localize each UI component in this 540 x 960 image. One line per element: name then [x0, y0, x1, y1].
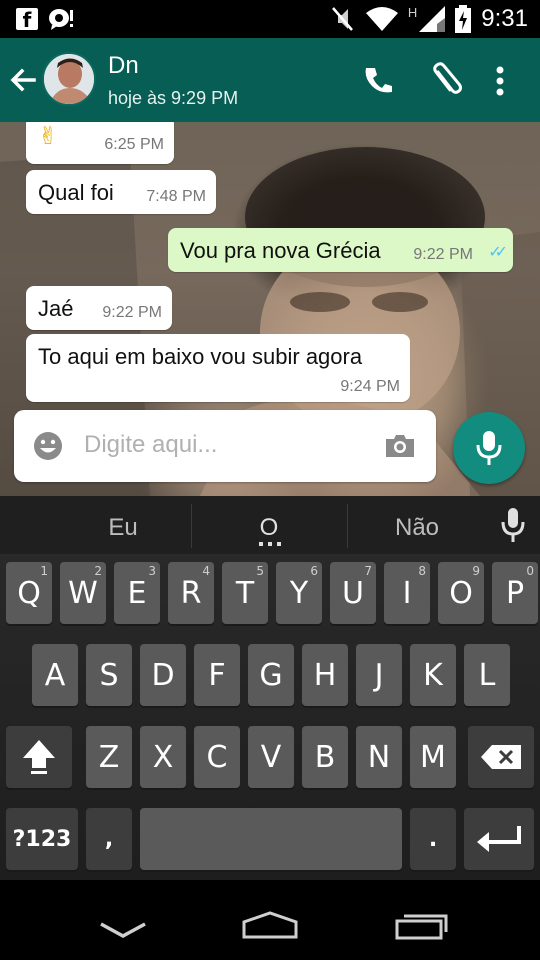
- suggestion-divider: [191, 504, 192, 548]
- soft-keyboard: Eu O Não Q1 W2 E3 R4 T5 Y6 U7 I8 O9 P0 A…: [0, 496, 540, 880]
- suggestion-2[interactable]: O: [219, 514, 319, 542]
- emoji-icon[interactable]: [32, 430, 64, 462]
- facebook-notification-icon: f: [16, 8, 38, 32]
- mute-icon: [331, 7, 353, 31]
- symbols-key[interactable]: ?123: [6, 808, 78, 870]
- key-x[interactable]: X: [140, 726, 186, 788]
- messenger-notification-icon: [49, 9, 73, 30]
- key-l[interactable]: L: [464, 644, 510, 706]
- read-receipt-icon: ✓✓: [488, 244, 508, 261]
- key-i[interactable]: I8: [384, 562, 430, 624]
- key-e[interactable]: E3: [114, 562, 160, 624]
- message-text: Vou pra nova Grécia: [180, 238, 381, 263]
- key-t[interactable]: T5: [222, 562, 268, 624]
- key-k[interactable]: K: [410, 644, 456, 706]
- camera-icon[interactable]: [384, 431, 416, 461]
- back-arrow-icon[interactable]: [8, 62, 38, 98]
- message-text: Jaé: [38, 296, 74, 321]
- space-bar[interactable]: [140, 808, 402, 870]
- incoming-message[interactable]: Qual foi 7:48 PM: [26, 170, 216, 214]
- outgoing-message[interactable]: Vou pra nova Grécia 9:22 PM ✓✓: [168, 228, 513, 272]
- shift-arrow-icon: [23, 740, 55, 774]
- suggestion-1[interactable]: Eu: [73, 514, 173, 542]
- wifi-icon: [365, 7, 398, 31]
- more-options-icon[interactable]: [490, 60, 510, 100]
- status-bar: f H 9:31: [0, 0, 540, 38]
- key-g[interactable]: G: [248, 644, 294, 706]
- last-seen-status[interactable]: hoje às 9:29 PM: [108, 88, 238, 109]
- period-key[interactable]: .: [410, 808, 456, 870]
- message-text: To aqui em baixo vou subir agora: [38, 344, 363, 369]
- clock: 9:31: [481, 5, 528, 32]
- backspace-key[interactable]: [468, 726, 534, 788]
- home-nav-icon[interactable]: [241, 910, 299, 940]
- key-w[interactable]: W2: [60, 562, 106, 624]
- key-p[interactable]: P0: [492, 562, 538, 624]
- message-emoji: ✌: [38, 123, 59, 150]
- signal-icon: [419, 6, 446, 32]
- contact-name[interactable]: Dn: [108, 52, 139, 80]
- key-j[interactable]: J: [356, 644, 402, 706]
- key-u[interactable]: U7: [330, 562, 376, 624]
- more-suggestions-dots: [259, 542, 281, 546]
- voice-record-button[interactable]: [453, 412, 525, 484]
- comma-key[interactable]: ,: [86, 808, 132, 870]
- key-f[interactable]: F: [194, 644, 240, 706]
- key-s[interactable]: S: [86, 644, 132, 706]
- attach-paperclip-icon[interactable]: [428, 60, 464, 100]
- key-r[interactable]: R4: [168, 562, 214, 624]
- battery-icon: [455, 5, 472, 33]
- message-time: 6:25 PM: [104, 136, 164, 153]
- backspace-icon: [481, 745, 521, 769]
- key-m[interactable]: M: [410, 726, 456, 788]
- incoming-message[interactable]: To aqui em baixo vou subir agora 9:24 PM: [26, 334, 410, 402]
- recent-apps-icon[interactable]: [394, 912, 448, 940]
- key-a[interactable]: A: [32, 644, 78, 706]
- incoming-message[interactable]: Jaé 9:22 PM: [26, 286, 172, 330]
- enter-arrow-icon: [477, 826, 521, 852]
- message-input[interactable]: Digite aqui...: [84, 431, 217, 459]
- chat-header: Dn hoje às 9:29 PM: [0, 38, 540, 122]
- message-time: 9:22 PM: [413, 246, 473, 263]
- shift-key[interactable]: [6, 726, 72, 788]
- microphone-icon: [476, 431, 502, 465]
- network-type-label: H: [407, 5, 418, 20]
- message-time: 9:22 PM: [102, 304, 162, 321]
- contact-avatar[interactable]: [42, 52, 96, 106]
- message-text: Qual foi: [38, 180, 114, 205]
- suggestion-strip: Eu O Não: [0, 496, 540, 554]
- message-composer[interactable]: Digite aqui...: [14, 410, 436, 482]
- enter-key[interactable]: [464, 808, 534, 870]
- suggestion-3[interactable]: Não: [367, 514, 467, 542]
- message-time: 9:24 PM: [340, 378, 400, 395]
- key-b[interactable]: B: [302, 726, 348, 788]
- key-y[interactable]: Y6: [276, 562, 322, 624]
- key-c[interactable]: C: [194, 726, 240, 788]
- key-o[interactable]: O9: [438, 562, 484, 624]
- message-time: 7:48 PM: [146, 188, 206, 205]
- key-q[interactable]: Q1: [6, 562, 52, 624]
- back-nav-icon[interactable]: [98, 920, 148, 940]
- suggestion-divider: [347, 504, 348, 548]
- key-v[interactable]: V: [248, 726, 294, 788]
- voice-input-icon[interactable]: [500, 506, 526, 544]
- system-navigation-bar: [0, 880, 540, 960]
- key-h[interactable]: H: [302, 644, 348, 706]
- key-z[interactable]: Z: [86, 726, 132, 788]
- incoming-message[interactable]: ✌ 6:25 PM: [26, 122, 174, 164]
- key-n[interactable]: N: [356, 726, 402, 788]
- key-d[interactable]: D: [140, 644, 186, 706]
- phone-call-icon[interactable]: [360, 60, 396, 100]
